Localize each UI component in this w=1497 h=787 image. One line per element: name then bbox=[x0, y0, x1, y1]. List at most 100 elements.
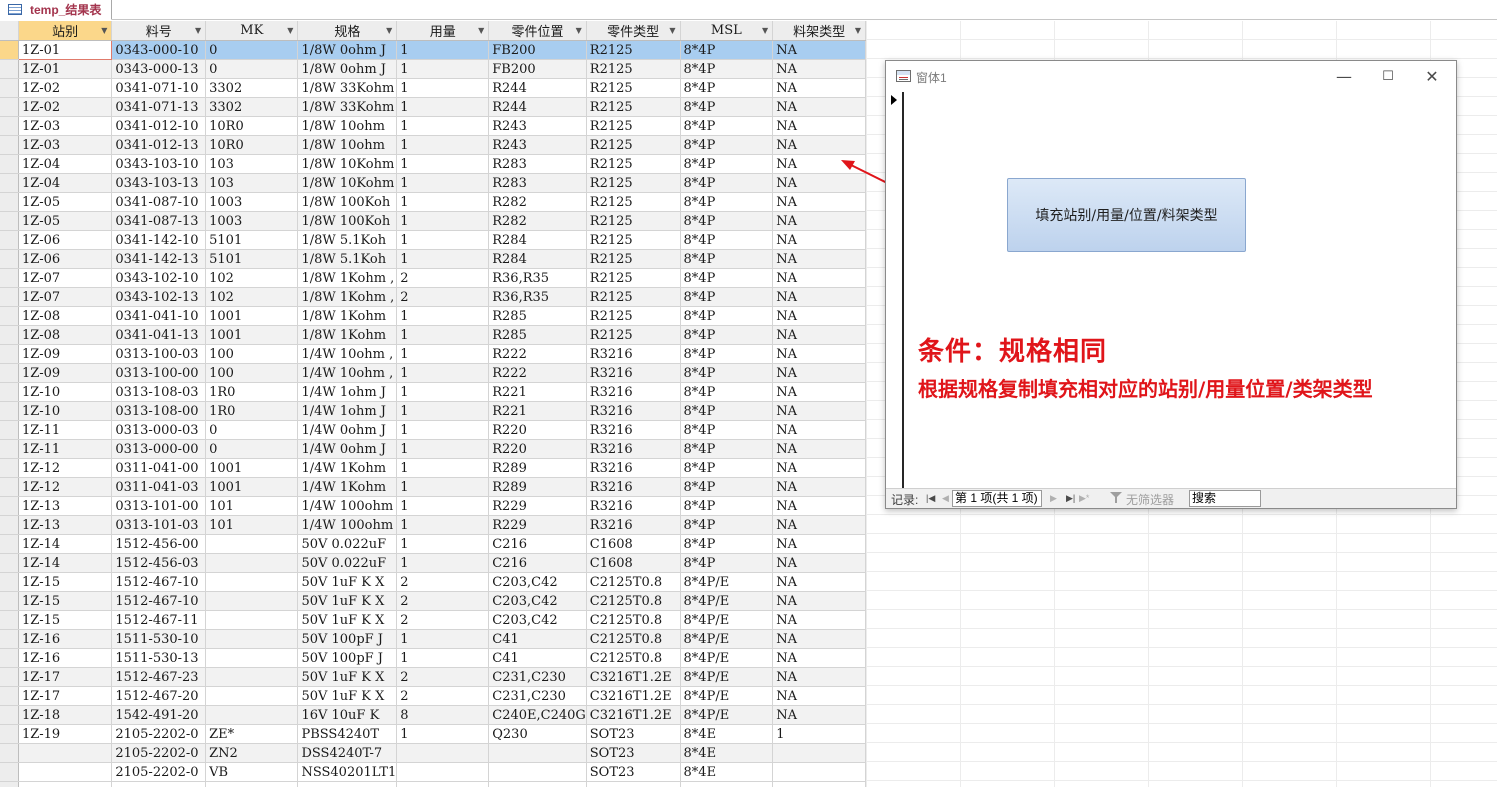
table-cell[interactable]: NA bbox=[772, 116, 866, 136]
table-cell[interactable]: 8*4P bbox=[680, 439, 774, 459]
table-cell[interactable]: NA bbox=[772, 610, 866, 630]
table-cell[interactable]: 102 bbox=[205, 287, 299, 307]
table-cell[interactable] bbox=[205, 705, 299, 725]
table-cell[interactable]: 0311-041-03 bbox=[111, 477, 207, 497]
table-cell[interactable]: 1 bbox=[396, 230, 490, 250]
table-cell[interactable]: 1/8W 100Koh bbox=[297, 192, 398, 212]
table-cell[interactable] bbox=[205, 591, 299, 611]
table-cell[interactable]: 1Z-01 bbox=[18, 59, 113, 79]
table-cell[interactable]: 1Z-14 bbox=[18, 534, 113, 554]
table-cell[interactable]: DSS4240T-7 bbox=[297, 743, 398, 763]
table-cell[interactable]: 1Z-07 bbox=[18, 268, 113, 288]
table-cell[interactable]: 1R0 bbox=[205, 401, 299, 421]
table-cell[interactable]: C231,C230 bbox=[488, 686, 587, 706]
table-cell[interactable]: R2125 bbox=[586, 287, 681, 307]
table-cell[interactable] bbox=[18, 781, 113, 787]
table-row[interactable]: 1Z-02 0341-071-13 3302 1/8W 33Kohm 1 R244 R212… bbox=[0, 97, 866, 117]
column-filter-dropdown-icon[interactable]: ▼ bbox=[669, 21, 675, 40]
table-cell[interactable]: 1 bbox=[396, 477, 490, 497]
table-cell[interactable]: 1Z-14 bbox=[18, 553, 113, 573]
table-cell[interactable]: R2125 bbox=[586, 135, 681, 155]
column-filter-dropdown-icon[interactable]: ▼ bbox=[195, 21, 201, 40]
row-selector[interactable] bbox=[0, 724, 19, 744]
table-row[interactable]: 1Z-06 0341-142-10 5101 1/8W 5.1Koh 1 R284 R212… bbox=[0, 230, 866, 250]
table-row[interactable]: 1Z-19 2105-2202-0 ZE* PBSS4240T 1 Q230 SOT23 8*… bbox=[0, 724, 866, 744]
row-selector[interactable] bbox=[0, 572, 19, 592]
table-cell[interactable]: 1 bbox=[396, 97, 490, 117]
table-cell[interactable]: 1512-467-11 bbox=[111, 610, 207, 630]
table-cell[interactable] bbox=[205, 553, 299, 573]
table-row[interactable]: 1Z-11 0313-000-00 0 1/4W 0ohm J 1 R220 R3216 8*… bbox=[0, 439, 866, 459]
table-cell[interactable]: 1Z-17 bbox=[18, 686, 113, 706]
table-cell[interactable]: NA bbox=[772, 40, 866, 60]
table-cell[interactable]: 0313-100-03 bbox=[111, 344, 207, 364]
table-cell[interactable]: 10R0 bbox=[205, 135, 299, 155]
table-cell[interactable] bbox=[205, 667, 299, 687]
table-cell[interactable]: 8*4P/E bbox=[680, 648, 774, 668]
table-cell[interactable]: 1Z-06 bbox=[18, 249, 113, 269]
table-cell[interactable]: R2125 bbox=[586, 230, 681, 250]
table-cell[interactable] bbox=[205, 781, 299, 787]
table-cell[interactable]: 50V 1uF K X bbox=[297, 610, 398, 630]
table-cell[interactable]: R3216 bbox=[586, 382, 681, 402]
table-cell[interactable]: 50V 1uF K X bbox=[297, 572, 398, 592]
table-cell[interactable]: R3216 bbox=[586, 477, 681, 497]
row-selector[interactable] bbox=[0, 477, 19, 497]
select-all-corner[interactable] bbox=[0, 21, 19, 41]
table-cell[interactable]: R2125 bbox=[586, 97, 681, 117]
table-cell[interactable]: 50V 1uF K X bbox=[297, 667, 398, 687]
table-cell[interactable]: 0 bbox=[205, 59, 299, 79]
previous-record-button[interactable]: ◀ bbox=[942, 493, 949, 504]
row-selector[interactable] bbox=[0, 705, 19, 725]
table-cell[interactable]: R221 bbox=[488, 401, 587, 421]
table-cell[interactable]: 8*4P bbox=[680, 154, 774, 174]
table-cell[interactable]: 1 bbox=[396, 458, 490, 478]
table-cell[interactable]: SOT23 bbox=[586, 724, 681, 744]
table-cell[interactable]: NA bbox=[772, 59, 866, 79]
table-cell[interactable]: 0313-000-03 bbox=[111, 420, 207, 440]
table-cell[interactable]: R3216 bbox=[586, 458, 681, 478]
fill-station-button[interactable]: 填充站别/用量/位置/料架类型 bbox=[1007, 178, 1246, 252]
table-cell[interactable]: R243 bbox=[488, 135, 587, 155]
column-header[interactable]: 料架类型 ▼ bbox=[772, 21, 866, 41]
table-cell[interactable]: 1Z-10 bbox=[18, 382, 113, 402]
table-cell[interactable]: 8*4P bbox=[680, 135, 774, 155]
table-row[interactable]: 1Z-10 0313-108-03 1R0 1/4W 1ohm J 1 R221 R3216… bbox=[0, 382, 866, 402]
table-cell[interactable]: 8*4P bbox=[680, 382, 774, 402]
table-cell[interactable]: C3216T1.2E bbox=[586, 686, 681, 706]
table-row[interactable]: 1Z-14 1512-456-03 50V 0.022uF 1 C216 C1608 8*4… bbox=[0, 553, 866, 573]
table-cell[interactable]: R244 bbox=[488, 78, 587, 98]
table-cell[interactable]: 1Z-02 bbox=[18, 78, 113, 98]
table-cell[interactable]: 1Z-07 bbox=[18, 287, 113, 307]
row-selector[interactable] bbox=[0, 325, 19, 345]
table-cell[interactable]: 8*4P bbox=[680, 458, 774, 478]
table-cell[interactable]: R36,R35 bbox=[488, 287, 587, 307]
table-cell[interactable] bbox=[586, 781, 681, 787]
table-cell[interactable]: 50V 100pF J bbox=[297, 629, 398, 649]
table-cell[interactable]: R284 bbox=[488, 249, 587, 269]
table-cell[interactable]: 0341-142-13 bbox=[111, 249, 207, 269]
table-cell[interactable]: R220 bbox=[488, 439, 587, 459]
table-cell[interactable]: C41 bbox=[488, 629, 587, 649]
table-cell[interactable]: 1Z-06 bbox=[18, 230, 113, 250]
row-selector[interactable] bbox=[0, 40, 19, 60]
table-cell[interactable]: 1/8W 10Kohm bbox=[297, 154, 398, 174]
table-cell[interactable]: 1 bbox=[396, 496, 490, 516]
table-cell[interactable]: 1Z-11 bbox=[18, 439, 113, 459]
table-cell[interactable]: 50V 0.022uF bbox=[297, 553, 398, 573]
table-cell[interactable]: 1512-456-03 bbox=[111, 553, 207, 573]
table-cell[interactable]: 1Z-17 bbox=[18, 667, 113, 687]
table-cell[interactable]: 1Z-05 bbox=[18, 192, 113, 212]
table-cell[interactable]: NA bbox=[772, 572, 866, 592]
table-cell[interactable]: 8*4P/E bbox=[680, 686, 774, 706]
table-cell[interactable]: 1/4W 1ohm J bbox=[297, 382, 398, 402]
table-cell[interactable]: NA bbox=[772, 135, 866, 155]
table-cell[interactable]: 1/8W 33Kohm bbox=[297, 78, 398, 98]
table-cell[interactable]: 0341-041-10 bbox=[111, 306, 207, 326]
table-cell[interactable]: 0343-103-10 bbox=[111, 154, 207, 174]
table-cell[interactable]: 1512-467-23 bbox=[111, 667, 207, 687]
table-cell[interactable]: 3302 bbox=[205, 78, 299, 98]
table-cell[interactable]: R2125 bbox=[586, 249, 681, 269]
table-cell[interactable]: R3216 bbox=[586, 344, 681, 364]
table-cell[interactable]: 0343-000-10 bbox=[111, 40, 207, 60]
